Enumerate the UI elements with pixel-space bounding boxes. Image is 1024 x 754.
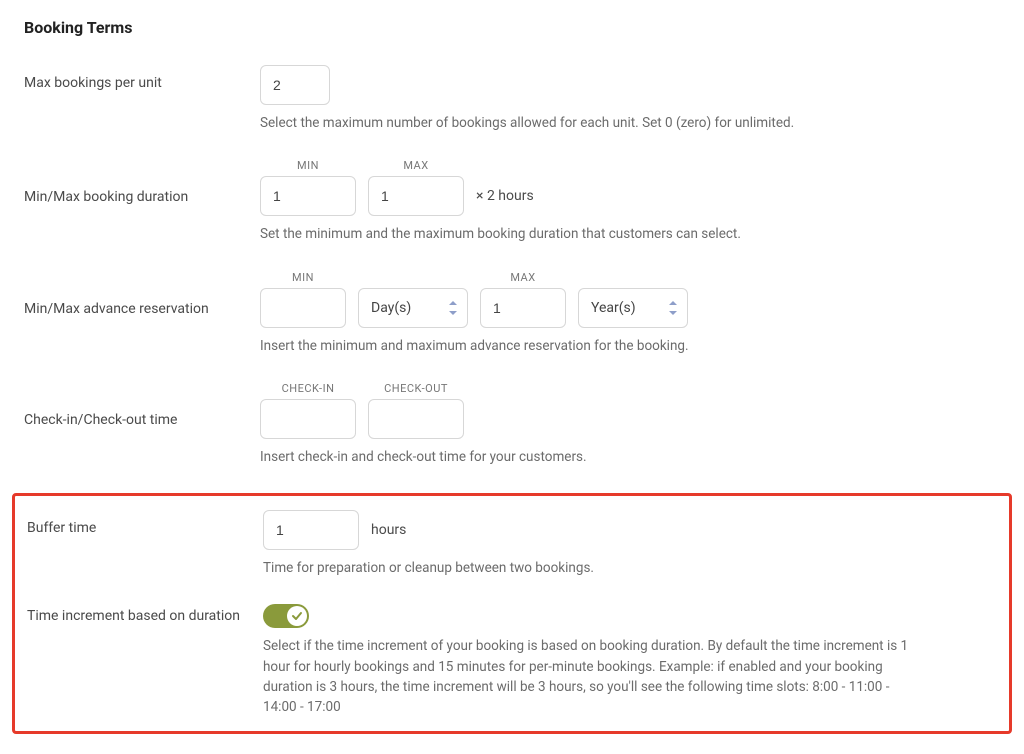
duration-max-header: MAX [368, 159, 464, 172]
check-time-label: Check-in/Check-out time [24, 382, 260, 428]
advance-min-unit-select[interactable]: Day(s) [358, 288, 468, 328]
advance-max-unit-select[interactable]: Year(s) [578, 288, 688, 328]
row-max-bookings: Max bookings per unit Select the maximum… [24, 65, 1000, 133]
buffer-time-label: Buffer time [27, 510, 263, 536]
buffer-time-help: Time for preparation or cleanup between … [263, 558, 903, 578]
booking-duration-help: Set the minimum and the maximum booking … [260, 224, 900, 244]
time-increment-label: Time increment based on duration [27, 604, 263, 624]
check-icon [291, 610, 303, 622]
advance-min-unit-value: Day(s) [371, 300, 411, 316]
advance-min-header: MIN [260, 271, 346, 284]
max-bookings-help: Select the maximum number of bookings al… [260, 113, 900, 133]
duration-min-header: MIN [260, 159, 356, 172]
advance-max-input[interactable] [480, 288, 566, 328]
row-check-time: Check-in/Check-out time CHECK-IN CHECK-O… [24, 382, 1000, 467]
row-advance-reservation: Min/Max advance reservation MIN MAX Day(… [24, 271, 1000, 356]
checkout-input[interactable] [368, 399, 464, 439]
section-title: Booking Terms [24, 18, 1000, 37]
duration-max-input[interactable] [368, 176, 464, 216]
advance-reservation-label: Min/Max advance reservation [24, 271, 260, 317]
time-increment-help: Select if the time increment of your boo… [263, 636, 923, 717]
booking-duration-label: Min/Max booking duration [24, 159, 260, 205]
row-booking-duration: Min/Max booking duration MIN MAX × 2 hou… [24, 159, 1000, 244]
checkin-input[interactable] [260, 399, 356, 439]
highlight-box: Buffer time hours Time for preparation o… [12, 493, 1012, 734]
max-bookings-input[interactable] [260, 65, 330, 105]
row-buffer-time: Buffer time hours Time for preparation o… [27, 510, 997, 578]
duration-suffix: × 2 hours [476, 188, 534, 204]
checkin-header: CHECK-IN [260, 382, 356, 395]
checkout-header: CHECK-OUT [368, 382, 464, 395]
advance-min-input[interactable] [260, 288, 346, 328]
duration-min-input[interactable] [260, 176, 356, 216]
advance-max-header: MAX [480, 271, 566, 284]
row-time-increment: Time increment based on duration Select … [27, 604, 997, 717]
buffer-time-input[interactable] [263, 510, 359, 550]
time-increment-toggle[interactable] [263, 604, 309, 628]
buffer-time-unit: hours [371, 522, 406, 538]
advance-max-unit-value: Year(s) [591, 300, 636, 316]
max-bookings-label: Max bookings per unit [24, 65, 260, 91]
check-time-help: Insert check-in and check-out time for y… [260, 447, 900, 467]
advance-reservation-help: Insert the minimum and maximum advance r… [260, 336, 900, 356]
